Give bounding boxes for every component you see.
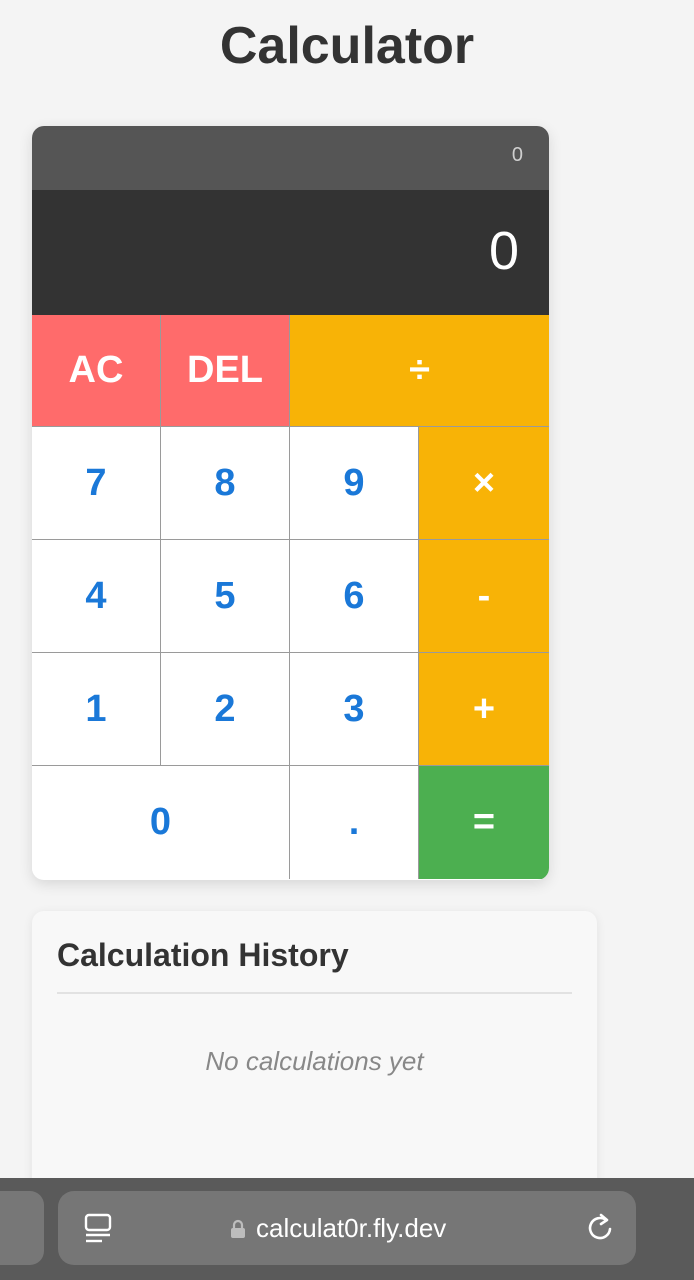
minus-button[interactable]: -	[419, 540, 549, 653]
multiply-button[interactable]: ×	[419, 427, 549, 540]
digit-9-button[interactable]: 9	[290, 427, 419, 540]
current-operand-display: 0	[32, 190, 549, 315]
digit-6-button[interactable]: 6	[290, 540, 419, 653]
history-title: Calculation History	[57, 937, 572, 994]
plus-button[interactable]: +	[419, 653, 549, 766]
address-bar[interactable]: calculat0r.fly.dev	[58, 1191, 636, 1265]
digit-8-button[interactable]: 8	[161, 427, 290, 540]
history-empty-message: No calculations yet	[205, 1046, 424, 1076]
divide-button[interactable]: ÷	[290, 315, 549, 427]
browser-toolbar: calculat0r.fly.dev	[0, 1178, 694, 1280]
previous-tab[interactable]	[0, 1191, 44, 1265]
digit-0-button[interactable]: 0	[32, 766, 290, 879]
calculator: 0 0 AC DEL ÷ 7 8 9 × 4 5 6 - 1 2 3 + 0 .…	[32, 126, 549, 880]
digit-3-button[interactable]: 3	[290, 653, 419, 766]
lock-icon	[230, 1219, 246, 1239]
digit-2-button[interactable]: 2	[161, 653, 290, 766]
equals-button[interactable]: =	[419, 766, 549, 879]
digit-1-button[interactable]: 1	[32, 653, 161, 766]
decimal-button[interactable]: .	[290, 766, 419, 879]
delete-button[interactable]: DEL	[161, 315, 290, 427]
reader-mode-icon[interactable]	[84, 1213, 112, 1243]
page-title: Calculator	[219, 17, 475, 75]
url-text[interactable]: calculat0r.fly.dev	[256, 1213, 446, 1244]
previous-operand-display: 0	[32, 126, 549, 190]
digit-4-button[interactable]: 4	[32, 540, 161, 653]
keypad: AC DEL ÷ 7 8 9 × 4 5 6 - 1 2 3 + 0 . =	[32, 315, 549, 879]
reload-icon[interactable]	[585, 1211, 615, 1243]
digit-5-button[interactable]: 5	[161, 540, 290, 653]
all-clear-button[interactable]: AC	[32, 315, 161, 427]
digit-7-button[interactable]: 7	[32, 427, 161, 540]
history-panel: Calculation History No calculations yet	[32, 911, 597, 1201]
